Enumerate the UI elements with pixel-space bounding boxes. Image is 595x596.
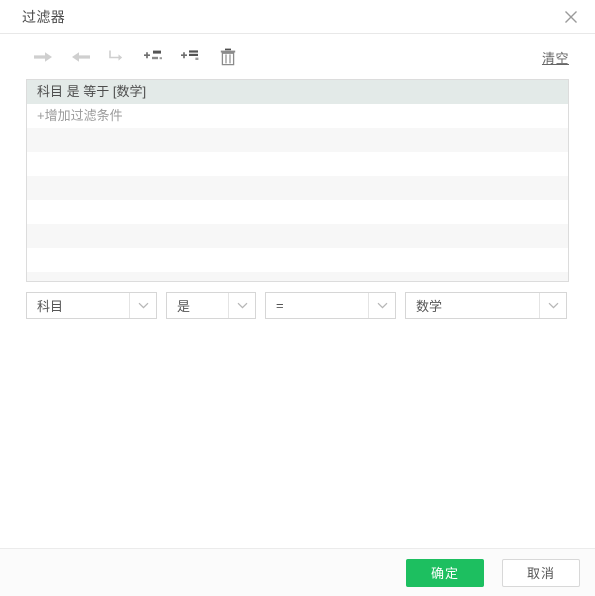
move-right-button[interactable] [26,42,60,72]
trash-icon [220,48,236,65]
add-group-icon [181,50,199,60]
add-condition-icon [144,50,162,60]
match-select[interactable]: 是 [166,292,256,319]
empty-row [27,272,568,281]
chevron-down-icon [129,293,156,318]
value-select-value: 数学 [416,299,443,314]
add-condition-row[interactable]: +增加过滤条件 [27,104,568,128]
empty-row [27,128,568,152]
operator-select-value: = [276,298,284,313]
arrow-right-icon [33,51,52,62]
empty-row [27,224,568,248]
condition-item-selected[interactable]: 科目 是 等于 [数学] [27,80,568,104]
move-left-button[interactable] [63,42,97,72]
cancel-button[interactable]: 取消 [502,558,580,587]
condition-editor-row: 科目 是 = 数学 [26,292,569,319]
operator-select[interactable]: = [265,292,396,319]
field-select-value: 科目 [37,299,64,314]
close-icon [565,11,577,23]
undo-arrow-icon [109,50,123,61]
chevron-down-icon [228,293,255,318]
field-select[interactable]: 科目 [26,292,157,319]
arrow-left-icon [71,51,90,62]
confirm-button[interactable]: 确定 [406,558,484,587]
dialog-body: 清空 科目 是 等于 [数学] +增加过滤条件 科目 是 = 数学 [0,34,595,548]
add-condition-button[interactable] [137,42,171,72]
empty-row [27,200,568,224]
dialog-footer: 确定 取消 [0,548,595,596]
clear-all-link[interactable]: 清空 [542,48,569,67]
empty-row [27,152,568,176]
empty-row [27,176,568,200]
condition-list: 科目 是 等于 [数学] +增加过滤条件 [26,79,569,282]
dialog-titlebar: 过滤器 [0,0,595,34]
filter-dialog: 过滤器 清空 科目 是 等于 [数学] +增加过滤条件 科目 是 = 数学 确定… [0,0,595,596]
dialog-title: 过滤器 [22,8,66,25]
chevron-down-icon [539,293,566,318]
chevron-down-icon [368,293,395,318]
add-group-button[interactable] [174,42,208,72]
match-select-value: 是 [177,299,191,314]
undo-button[interactable] [100,42,134,72]
close-button[interactable] [559,5,583,29]
empty-row [27,248,568,272]
delete-button[interactable] [211,42,245,72]
filter-toolbar: 清空 [26,34,569,79]
value-select[interactable]: 数学 [405,292,567,319]
